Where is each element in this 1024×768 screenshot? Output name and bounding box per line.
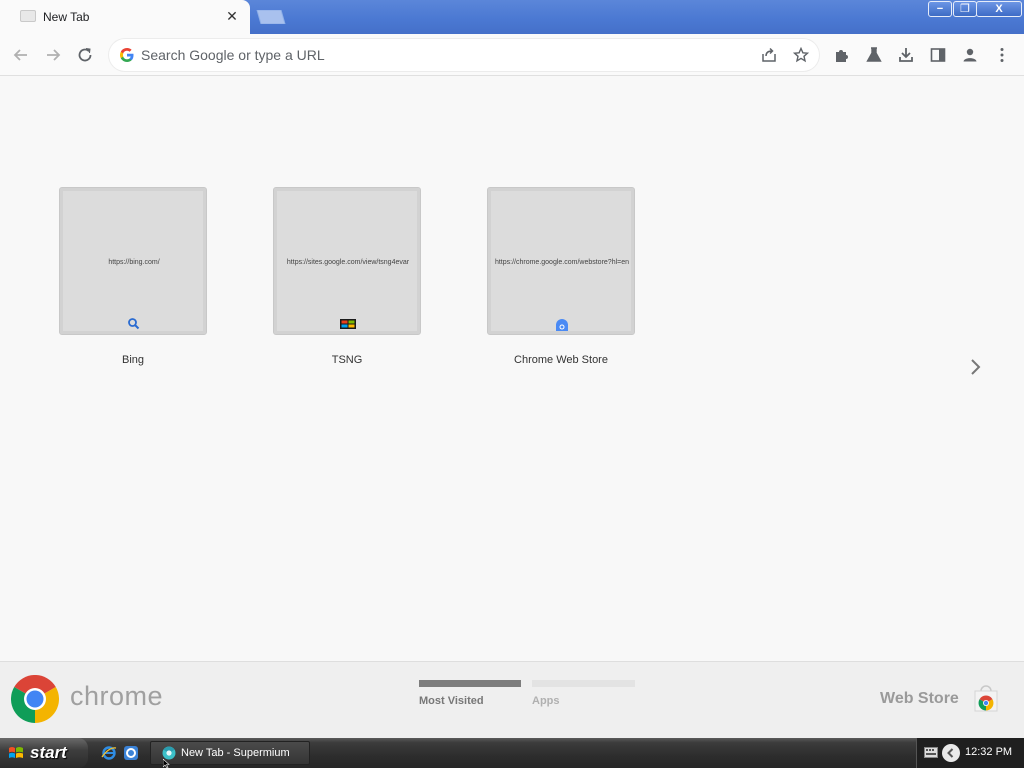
- title-bar: New Tab ✕ − ❐ X: [0, 0, 1024, 34]
- tsng-icon: [340, 319, 356, 329]
- back-button[interactable]: [8, 42, 34, 68]
- forward-icon: [47, 49, 61, 61]
- most-visited-tile[interactable]: https://bing.com/ Bing: [59, 187, 207, 366]
- system-tray: 12:32 PM: [916, 738, 1024, 768]
- windows-flag-icon: [9, 747, 23, 758]
- omnibox-input[interactable]: [141, 44, 741, 66]
- google-g-icon: [120, 48, 134, 62]
- browser-quick-launch-icon[interactable]: [123, 745, 139, 761]
- restore-button[interactable]: ❐: [953, 1, 977, 17]
- most-visited-tile[interactable]: https://chrome.google.com/webstore?hl=en…: [487, 187, 635, 366]
- section-indicator-bar: [532, 680, 635, 687]
- section-label: Apps: [532, 695, 560, 707]
- section-label: Most Visited: [419, 695, 484, 707]
- extensions-icon: [836, 50, 848, 62]
- show-hidden-icons-button[interactable]: [942, 744, 960, 762]
- side-panel-icon: [930, 48, 946, 62]
- tab-title: New Tab: [43, 10, 90, 24]
- tile-title[interactable]: TSNG: [253, 354, 441, 366]
- section-indicator-bar: [419, 680, 521, 687]
- web-store-bag-icon[interactable]: [972, 684, 1000, 712]
- chrome-wordmark: chrome: [70, 681, 164, 711]
- section-apps[interactable]: Apps: [532, 680, 635, 707]
- browser-toolbar: [0, 34, 1024, 76]
- most-visited-tile[interactable]: https://sites.google.com/view/tsng4evar …: [273, 187, 421, 366]
- reload-icon: [78, 48, 92, 62]
- taskbar-window-title: New Tab - Supermium: [181, 747, 290, 759]
- extensions-button[interactable]: [829, 42, 855, 68]
- internet-explorer-icon[interactable]: [101, 745, 117, 761]
- taskbar: start New Tab - Supermium 12:32 PM: [0, 738, 1024, 768]
- chrome-logo-icon: [11, 675, 59, 723]
- window-close-button[interactable]: X: [976, 1, 1022, 17]
- new-tab-footer: chrome Most Visited Apps Web Store: [0, 661, 1024, 738]
- labs-icon: [866, 47, 882, 62]
- supermium-icon: [162, 746, 176, 760]
- tile-title[interactable]: Chrome Web Store: [467, 354, 655, 366]
- menu-button[interactable]: [989, 42, 1015, 68]
- taskbar-window-button[interactable]: New Tab - Supermium: [150, 741, 310, 765]
- clock[interactable]: 12:32 PM: [965, 746, 1012, 758]
- tile-url: https://sites.google.com/view/tsng4evar: [286, 259, 410, 266]
- tile-title[interactable]: Bing: [39, 354, 227, 366]
- back-icon: [13, 49, 27, 61]
- next-page-arrow-icon[interactable]: [965, 357, 985, 377]
- tab-close-icon[interactable]: ✕: [223, 7, 241, 25]
- downloads-icon: [899, 48, 913, 62]
- chevron-left-icon: [947, 748, 954, 758]
- tab-new-tab[interactable]: New Tab ✕: [0, 0, 250, 34]
- tile-url: https://chrome.google.com/webstore?hl=en: [494, 259, 630, 266]
- menu-icon: [1000, 48, 1004, 62]
- start-label: start: [30, 743, 67, 762]
- minimize-button[interactable]: −: [928, 1, 952, 17]
- forward-button[interactable]: [40, 42, 66, 68]
- tile-thumbnail[interactable]: https://bing.com/: [59, 187, 207, 335]
- labs-button[interactable]: [861, 42, 887, 68]
- share-icon[interactable]: [761, 47, 777, 63]
- star-icon[interactable]: [793, 47, 809, 63]
- keyboard-icon[interactable]: [924, 747, 938, 758]
- search-icon: [128, 318, 140, 330]
- reload-button[interactable]: [72, 42, 98, 68]
- address-bar[interactable]: [109, 39, 819, 71]
- side-panel-button[interactable]: [925, 42, 951, 68]
- tile-url: https://bing.com/: [108, 259, 160, 266]
- downloads-button[interactable]: [893, 42, 919, 68]
- web-store-link[interactable]: Web Store: [880, 690, 959, 708]
- new-tab-button[interactable]: [255, 10, 287, 24]
- tile-thumbnail[interactable]: https://sites.google.com/view/tsng4evar: [273, 187, 421, 335]
- tile-thumbnail[interactable]: https://chrome.google.com/webstore?hl=en: [487, 187, 635, 335]
- profile-icon: [963, 48, 977, 62]
- new-tab-page: https://bing.com/ Bing https://sites.goo…: [0, 77, 1024, 661]
- tab-favicon-icon: [20, 10, 36, 22]
- profile-button[interactable]: [957, 42, 983, 68]
- mouse-cursor-icon: [163, 759, 170, 768]
- section-most-visited[interactable]: Most Visited: [419, 680, 521, 707]
- start-button[interactable]: start: [0, 738, 88, 768]
- web-store-icon: [556, 319, 568, 331]
